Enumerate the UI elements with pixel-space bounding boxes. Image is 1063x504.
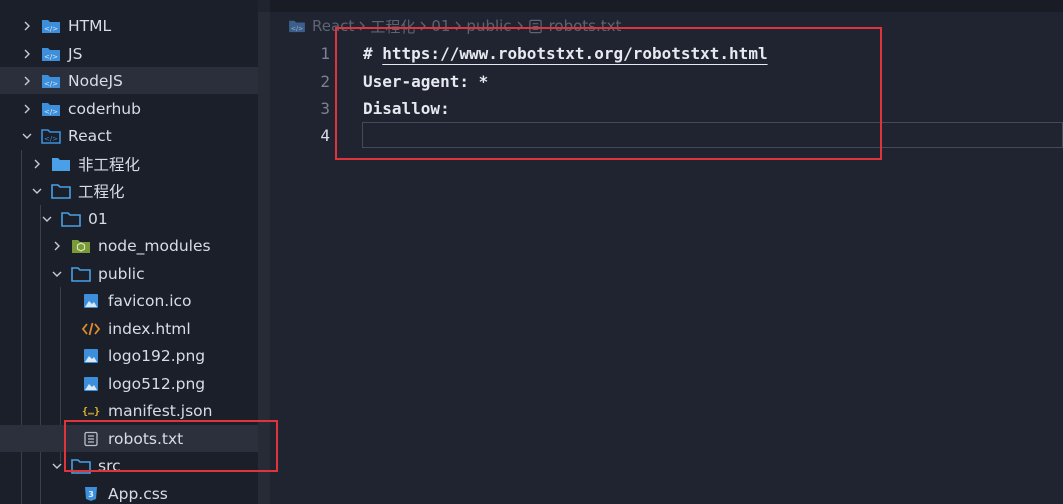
tree-item-engineering-folder[interactable]: 工程化 [0,177,258,204]
image-file-icon [81,347,101,365]
tree-item-label: 非工程化 [78,155,141,174]
tree-item-label: favicon.ico [108,291,192,310]
tree-item-react-folder[interactable]: </> React [0,122,258,149]
line-number: 4 [320,125,330,145]
node-modules-folder-icon [71,237,91,255]
svg-text:</>: </> [44,135,58,143]
tree-item-js-folder[interactable]: </> JS [0,40,258,67]
folder-code-open-icon: </> [41,127,61,145]
chevron-down-icon [40,212,54,226]
tree-item-label: node_modules [98,236,211,255]
folder-code-icon: </> [41,100,61,118]
folder-open-icon [61,210,81,228]
tree-item-html-folder[interactable]: </> HTML [0,12,258,39]
highlight-box-code [335,27,882,160]
tree-item-label: logo192.png [108,346,206,365]
line-number: 3 [320,98,330,118]
tree-item-node-modules-folder[interactable]: node_modules [0,232,258,259]
tree-item-logo512-file[interactable]: logo512.png [0,370,258,397]
image-file-icon [81,375,101,393]
tree-item-label: 工程化 [78,182,125,201]
tree-item-label: HTML [68,16,112,35]
image-file-icon [81,292,101,310]
folder-open-icon [71,265,91,283]
chevron-right-icon [20,47,34,61]
folder-code-icon: </> [41,45,61,63]
css-file-icon: 3 [81,485,101,503]
folder-code-icon: </> [41,72,61,90]
tree-item-label: React [68,126,112,145]
chevron-down-icon [50,459,64,473]
chevron-down-icon [30,184,44,198]
tree-item-label: manifest.json [108,401,213,420]
chevron-right-icon [20,74,34,88]
folder-open-icon [51,182,71,200]
chevron-down-icon [20,129,34,143]
tree-item-index-html-file[interactable]: index.html [0,315,258,342]
tree-item-label: coderhub [68,99,141,118]
chevron-right-icon [50,239,64,253]
tree-item-label: JS [68,44,83,63]
folder-code-icon: </> [41,17,61,35]
svg-text:</>: </> [44,53,58,61]
json-file-icon: {…} [81,402,101,420]
tree-item-non-engineering-folder[interactable]: 非工程化 [0,150,258,177]
svg-text:</>: </> [44,80,58,88]
tree-item-label: App.css [108,484,168,503]
svg-text:{…}: {…} [82,406,100,417]
svg-text:</>: </> [44,108,58,116]
tree-item-01-folder[interactable]: 01 [0,205,258,232]
line-number: 2 [320,71,330,91]
tree-item-label: 01 [88,209,108,228]
tree-item-label: logo512.png [108,374,206,393]
tree-item-logo192-file[interactable]: logo192.png [0,342,258,369]
folder-code-icon: </> [288,19,306,33]
svg-text:</>: </> [44,25,58,33]
chevron-right-icon [20,19,34,33]
svg-text:3: 3 [88,490,94,499]
tree-item-public-folder[interactable]: public [0,260,258,287]
tree-item-nodejs-folder[interactable]: </> NodeJS [0,67,258,94]
tree-item-label: index.html [108,319,191,338]
chevron-right-icon [20,102,34,116]
tree-item-favicon-file[interactable]: favicon.ico [0,287,258,314]
tree-item-coderhub-folder[interactable]: </> coderhub [0,95,258,122]
html-file-icon [81,320,101,338]
tab-strip [270,0,1063,12]
chevron-right-icon [30,157,44,171]
folder-icon [51,155,71,173]
tree-item-label: NodeJS [68,71,123,90]
line-number: 1 [320,43,330,63]
svg-text:</>: </> [291,25,303,32]
tree-item-app-css-file[interactable]: 3 App.css [0,480,258,504]
tree-item-label: public [98,264,145,283]
highlight-box-robots-file [64,420,278,472]
chevron-down-icon [50,267,64,281]
